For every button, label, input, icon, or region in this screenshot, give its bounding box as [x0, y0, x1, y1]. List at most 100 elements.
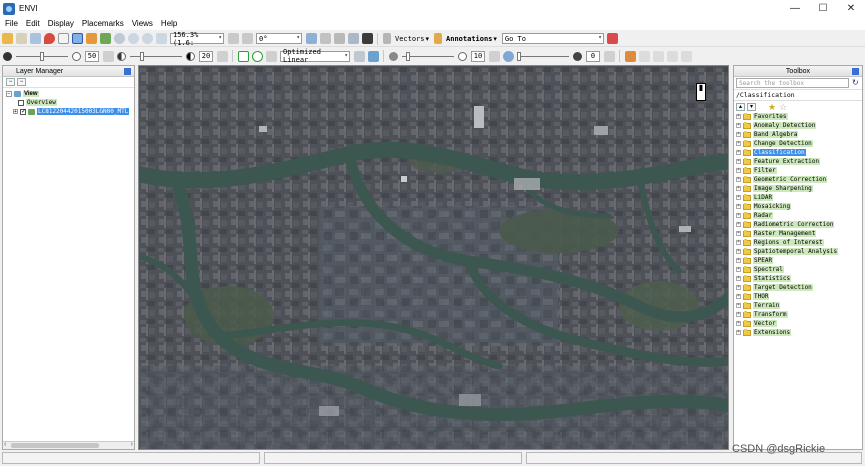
tree-node-overview[interactable]: Overview: [6, 98, 134, 107]
expand-all-icon[interactable]: −: [17, 78, 26, 86]
refresh-icon[interactable]: [603, 50, 615, 62]
rotate-right-icon[interactable]: [241, 33, 253, 44]
toolbox-item[interactable]: + Radar: [736, 211, 862, 220]
layer-manager-icon[interactable]: [29, 33, 41, 44]
expander-plus-icon[interactable]: +: [736, 258, 741, 263]
expander-plus-icon[interactable]: +: [13, 109, 18, 115]
scrollbar-thumb[interactable]: [11, 443, 99, 448]
expander-plus-icon[interactable]: +: [736, 213, 741, 218]
expander-plus-icon[interactable]: +: [736, 168, 741, 173]
toolbox-item[interactable]: + Extensions: [736, 328, 862, 337]
toolbox-item[interactable]: + Radiometric Correction: [736, 220, 862, 229]
rotation-combo[interactable]: 0° ▾: [256, 33, 302, 44]
contrast-input[interactable]: 20: [199, 50, 213, 62]
reset-stretch-icon[interactable]: [353, 50, 365, 62]
expander-plus-icon[interactable]: +: [736, 132, 741, 137]
measure-icon[interactable]: [319, 33, 331, 44]
toolbox-item[interactable]: + Mosaicking: [736, 202, 862, 211]
toolbox-item[interactable]: + Change Detection: [736, 139, 862, 148]
collapse-all-icon[interactable]: −: [6, 78, 15, 86]
menu-help[interactable]: Help: [161, 19, 177, 28]
menu-placemarks[interactable]: Placemarks: [82, 19, 124, 28]
sharpen-slider[interactable]: [402, 51, 454, 62]
toolbox-item[interactable]: + Image Sharpening: [736, 184, 862, 193]
expander-plus-icon[interactable]: +: [736, 330, 741, 335]
sharpen-input[interactable]: 10: [471, 50, 485, 62]
scroll-left-icon[interactable]: ‹: [4, 441, 6, 448]
histogram-icon[interactable]: [367, 50, 379, 62]
toolbox-item[interactable]: + Anomaly Detection: [736, 121, 862, 130]
stretch-type-combo[interactable]: Optimized Linear ▾: [280, 48, 350, 64]
remove-favorite-icon[interactable]: ☆: [779, 102, 787, 111]
expander-plus-icon[interactable]: +: [736, 150, 741, 155]
brightness-slider[interactable]: [16, 51, 68, 62]
toolbox-item[interactable]: + Geometric Correction: [736, 175, 862, 184]
zoom-out-icon[interactable]: [141, 33, 153, 44]
expander-plus-icon[interactable]: +: [736, 231, 741, 236]
menu-file[interactable]: File: [5, 19, 18, 28]
toolbox-item[interactable]: + LiDAR: [736, 193, 862, 202]
toolbox-item[interactable]: + Classification: [736, 148, 862, 157]
toolbox-item[interactable]: + Terrain: [736, 301, 862, 310]
expander-plus-icon[interactable]: +: [736, 186, 741, 191]
toolbox-item[interactable]: + Transform: [736, 310, 862, 319]
expander-plus-icon[interactable]: +: [736, 195, 741, 200]
stretch-extent-icon[interactable]: [265, 50, 277, 62]
toolbox-item[interactable]: + Statistics: [736, 274, 862, 283]
stretch-center-icon[interactable]: [251, 50, 263, 62]
goto-combo[interactable]: Go To ▾: [501, 33, 604, 44]
rotate-left-icon[interactable]: [227, 33, 239, 44]
placemark-icon[interactable]: [43, 33, 55, 44]
expander-plus-icon[interactable]: +: [736, 222, 741, 227]
quad-view-icon[interactable]: [666, 50, 678, 62]
toolbox-search-input[interactable]: Search the toolbox: [736, 78, 849, 88]
expander-plus-icon[interactable]: +: [736, 285, 741, 290]
expander-plus-icon[interactable]: +: [736, 159, 741, 164]
toolbox-item[interactable]: + Spectral: [736, 265, 862, 274]
contrast-slider-thumb[interactable]: [140, 51, 144, 61]
refresh-icon[interactable]: [216, 50, 228, 62]
expander-plus-icon[interactable]: +: [736, 267, 741, 272]
transparency-input[interactable]: 0: [586, 50, 600, 62]
image-view[interactable]: ▮: [138, 65, 729, 450]
toolbox-item[interactable]: + Regions of Interest: [736, 238, 862, 247]
toolbox-item[interactable]: + Feature Extraction: [736, 157, 862, 166]
add-favorite-icon[interactable]: ★: [768, 102, 776, 111]
expander-plus-icon[interactable]: +: [736, 240, 741, 245]
tree-node-raster-layer[interactable]: + ✓ LC81220442015003LGN00_MTL: [6, 107, 134, 116]
pixel-locator-icon[interactable]: [347, 33, 359, 44]
select-arrow-icon[interactable]: [57, 33, 69, 44]
close-button[interactable]: ✕: [837, 0, 865, 17]
expander-plus-icon[interactable]: +: [736, 141, 741, 146]
portal-icon[interactable]: [361, 33, 373, 44]
menu-views[interactable]: Views: [132, 19, 153, 28]
expander-minus-icon[interactable]: −: [6, 90, 12, 97]
scroll-right-icon[interactable]: ›: [131, 441, 133, 448]
expander-plus-icon[interactable]: +: [736, 249, 741, 254]
stretch-frame-icon[interactable]: [237, 50, 249, 62]
overview-checkbox[interactable]: [18, 99, 24, 106]
expander-plus-icon[interactable]: +: [736, 321, 741, 326]
rotate-icon[interactable]: [99, 33, 111, 44]
open-file-icon[interactable]: [1, 33, 13, 44]
link-views-icon[interactable]: [680, 50, 692, 62]
goto-go-icon[interactable]: [607, 33, 619, 44]
vectors-button[interactable]: Vectors: [395, 35, 425, 43]
crosshair-icon[interactable]: [305, 33, 317, 44]
fixed-zoom-icon[interactable]: [155, 33, 167, 44]
layer-manager-scrollbar[interactable]: ‹ ›: [3, 441, 134, 449]
expander-plus-icon[interactable]: +: [736, 276, 741, 281]
annotations-button[interactable]: Annotations: [446, 35, 492, 43]
maximize-button[interactable]: ☐: [809, 0, 837, 17]
expander-plus-icon[interactable]: +: [736, 123, 741, 128]
brightness-slider-thumb[interactable]: [40, 51, 44, 61]
minimize-button[interactable]: —: [781, 0, 809, 17]
toolbox-item[interactable]: + Filter: [736, 166, 862, 175]
toolbox-item[interactable]: + Raster Management: [736, 229, 862, 238]
expander-plus-icon[interactable]: +: [736, 204, 741, 209]
pan-hand-icon[interactable]: [71, 33, 83, 44]
toolbox-item[interactable]: + Vector: [736, 319, 862, 328]
contrast-slider[interactable]: [130, 51, 182, 62]
refresh-icon[interactable]: [488, 50, 500, 62]
toolbox-item[interactable]: + THOR: [736, 292, 862, 301]
